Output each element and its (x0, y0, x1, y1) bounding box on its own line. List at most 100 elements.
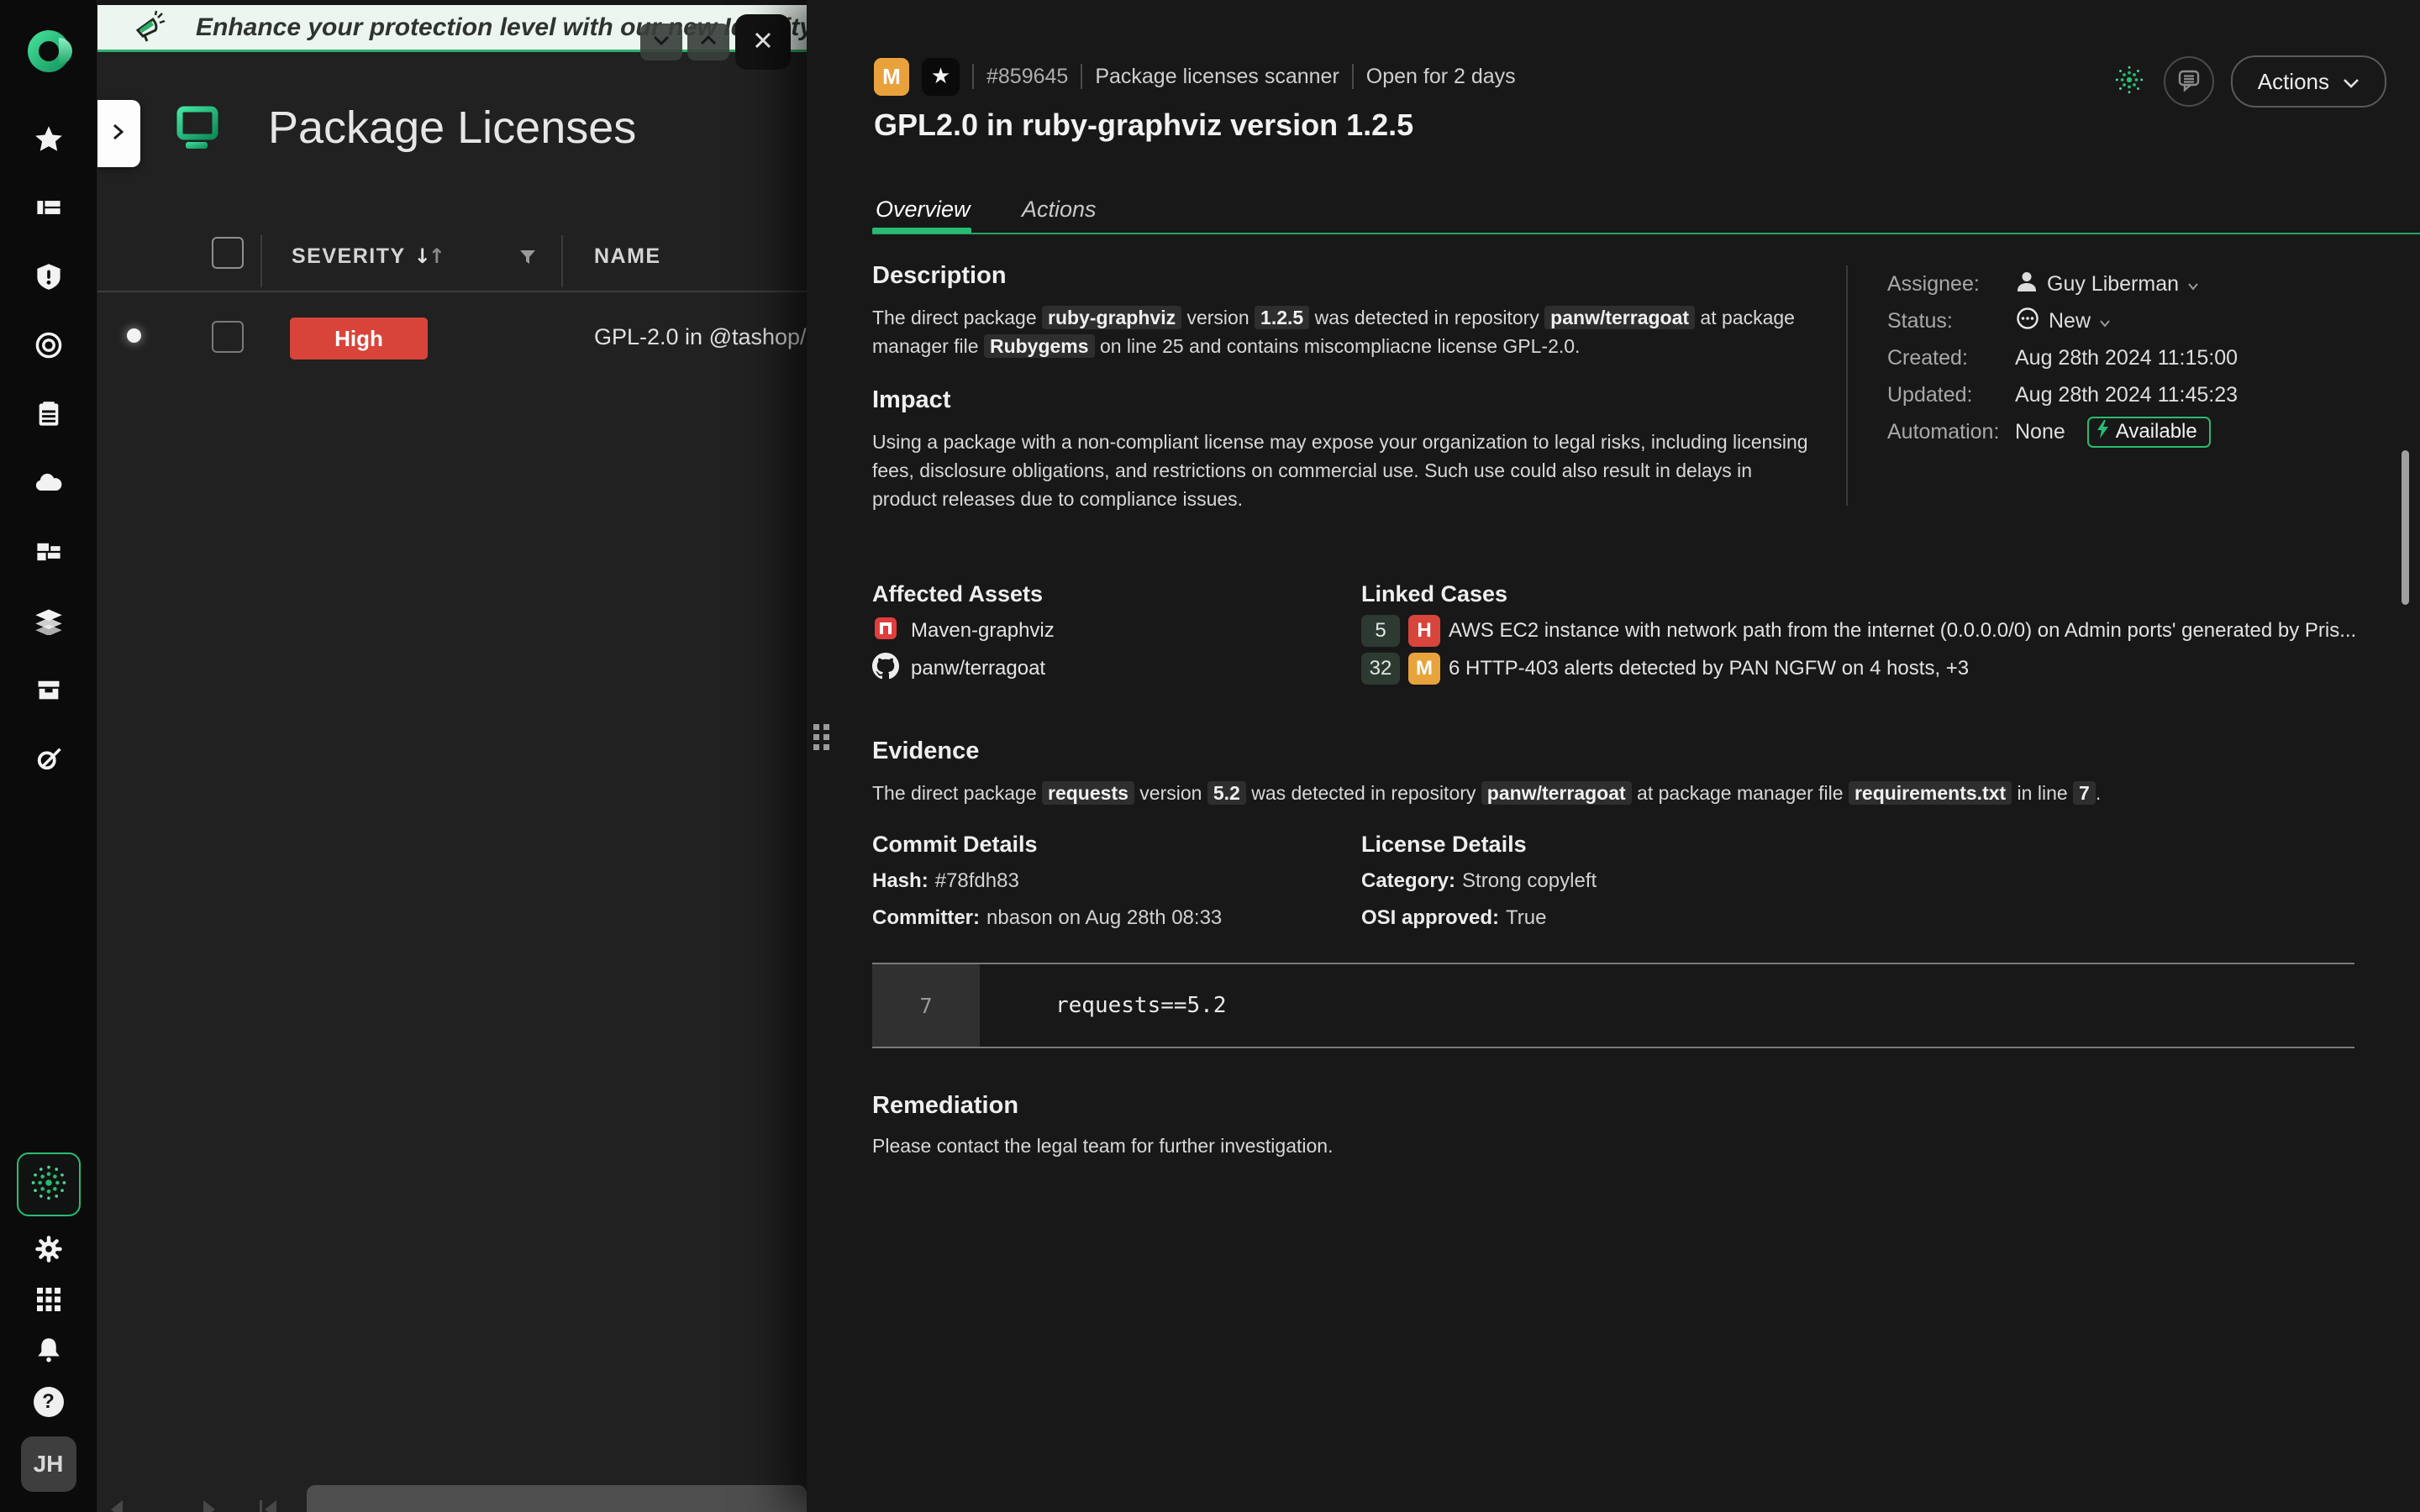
code-line-content: requests==5.2 (980, 964, 1227, 1047)
banner-collapse-button[interactable] (640, 24, 682, 60)
package-licenses-panel: Package Licenses SEVERITY↓↑ NAME High GP… (97, 50, 807, 1512)
meta-row-automation: Automation: None Available (1887, 413, 2238, 450)
copilot-active-button[interactable] (17, 1152, 81, 1216)
shield-alert-icon (34, 262, 63, 295)
meta-divider (1846, 265, 1848, 506)
sidebar-item-layers[interactable] (33, 606, 65, 638)
commit-hash: Hash:#78fdh83 (872, 868, 1222, 895)
drawer-resize-handle[interactable] (813, 724, 829, 750)
status-dropdown[interactable]: New (2015, 306, 2111, 337)
affected-assets-section: Affected Assets Maven-graphviz panw/terr… (872, 581, 1055, 683)
case-count-badge: 5 (1361, 615, 1400, 647)
comet-icon (34, 744, 64, 777)
copilot-sparkle-icon (29, 1163, 68, 1206)
actions-button[interactable]: Actions (2231, 55, 2386, 108)
chevron-up-icon (699, 34, 718, 51)
affected-asset-item[interactable]: panw/terragoat (872, 654, 1055, 683)
sidebar-item-risks[interactable] (33, 262, 65, 294)
meta-row-status: Status: New (1887, 302, 2238, 339)
blocks-icon (34, 538, 63, 570)
app-sidebar: JH (0, 0, 97, 1512)
scroll-right-icon[interactable] (197, 1499, 219, 1512)
severity-column-header[interactable]: SEVERITY↓↑ (292, 244, 443, 269)
issue-scanner: Package licenses scanner (1095, 65, 1339, 89)
sidebar-item-radar[interactable] (33, 331, 65, 363)
chevron-down-icon (2099, 309, 2111, 333)
page-title: Package Licenses (268, 102, 636, 154)
chevron-down-icon (652, 34, 671, 51)
horizontal-scrollbar-thumb[interactable] (307, 1485, 807, 1512)
megaphone-icon (132, 10, 167, 50)
help-button[interactable] (33, 1386, 65, 1418)
sidebar-item-inventory[interactable] (33, 538, 65, 570)
affected-asset-item[interactable]: Maven-graphviz (872, 617, 1055, 645)
sidebar-item-cloud[interactable] (33, 469, 65, 501)
case-title: AWS EC2 instance with network path from … (1449, 619, 2356, 643)
case-title: 6 HTTP-403 alerts detected by PAN NGFW o… (1449, 657, 1969, 680)
favorite-star-button[interactable] (922, 58, 960, 96)
sidebar-item-marketplace[interactable] (33, 675, 65, 707)
app-grid-icon (35, 1286, 62, 1317)
divider (1081, 64, 1082, 89)
scroll-left-icon[interactable] (107, 1499, 129, 1512)
cloud-icon (34, 469, 64, 501)
brand-logo[interactable] (28, 30, 70, 72)
section-heading: Description (872, 262, 1822, 290)
close-icon (750, 27, 776, 58)
package-licenses-icon (174, 103, 221, 155)
tabbar-divider (872, 233, 2420, 234)
banner-close-button[interactable] (735, 14, 791, 70)
scroll-start-icon[interactable] (256, 1499, 281, 1512)
remediation-section: Remediation Please contact the legal tea… (872, 1092, 2049, 1160)
filter-icon[interactable] (517, 247, 539, 273)
select-all-checkbox[interactable] (212, 237, 244, 269)
storefront-icon (34, 675, 63, 708)
divider (972, 64, 974, 89)
issue-age: Open for 2 days (1366, 65, 1516, 89)
assignee-dropdown[interactable]: Guy Liberman (2015, 270, 2199, 299)
linked-case-row[interactable]: 32 M 6 HTTP-403 alerts detected by PAN N… (1361, 653, 2356, 685)
code-line-number: 7 (872, 964, 980, 1047)
chevron-right-icon (111, 122, 126, 146)
impact-section: Impact Using a package with a non-compli… (872, 386, 1822, 513)
sidebar-item-policies[interactable] (33, 400, 65, 432)
finding-name: GPL-2.0 in @tashop/c (594, 324, 807, 350)
row-checkbox[interactable] (212, 321, 244, 353)
name-column-header[interactable]: NAME (594, 244, 661, 269)
commit-details-section: Commit Details Hash:#78fdh83 Committer:n… (872, 832, 1222, 932)
meta-row-updated: Updated: Aug 28th 2024 11:45:23 (1887, 376, 2238, 413)
user-avatar[interactable]: JH (21, 1436, 76, 1492)
app-switcher-button[interactable] (33, 1285, 65, 1317)
selected-row-indicator (127, 328, 141, 343)
tab-actions[interactable]: Actions (1022, 197, 1097, 223)
sidebar-item-favorites[interactable] (33, 124, 65, 156)
column-divider (260, 235, 262, 287)
linked-case-row[interactable]: 5 H AWS EC2 instance with network path f… (1361, 615, 2356, 647)
sort-icon[interactable]: ↓↑ (414, 244, 443, 268)
section-heading: Evidence (872, 738, 2317, 765)
case-severity-badge: M (1408, 653, 1440, 685)
column-divider (561, 235, 563, 287)
expand-panel-button[interactable] (97, 100, 140, 167)
ai-sparkle-icon[interactable] (2112, 62, 2147, 102)
comments-button[interactable] (2164, 56, 2214, 107)
automation-available-badge[interactable]: Available (2087, 417, 2211, 448)
case-severity-badge: H (1408, 615, 1440, 647)
sidebar-item-reports[interactable] (33, 193, 65, 225)
license-details-section: License Details Category:Strong copyleft… (1361, 832, 1597, 932)
impact-text: Using a package with a non-compliant lic… (872, 428, 1822, 513)
settings-button[interactable] (33, 1235, 65, 1267)
section-heading: Affected Assets (872, 581, 1055, 607)
chevron-down-icon (2343, 69, 2360, 95)
notifications-button[interactable] (33, 1336, 65, 1368)
section-heading: Commit Details (872, 832, 1222, 858)
issue-detail-drawer: M #859645 Package licenses scanner Open … (807, 0, 2420, 1512)
panel-icon (34, 193, 63, 226)
issue-title: GPL2.0 in ruby-graphviz version 1.2.5 (874, 108, 1413, 143)
evidence-section: Evidence The direct package requests ver… (872, 738, 2317, 807)
sidebar-item-attack-surface[interactable] (33, 744, 65, 776)
tab-overview[interactable]: Overview (876, 197, 971, 223)
issue-id: #859645 (986, 65, 1068, 89)
vertical-scrollbar-thumb[interactable] (2402, 450, 2409, 605)
banner-expand-button[interactable] (687, 24, 729, 60)
